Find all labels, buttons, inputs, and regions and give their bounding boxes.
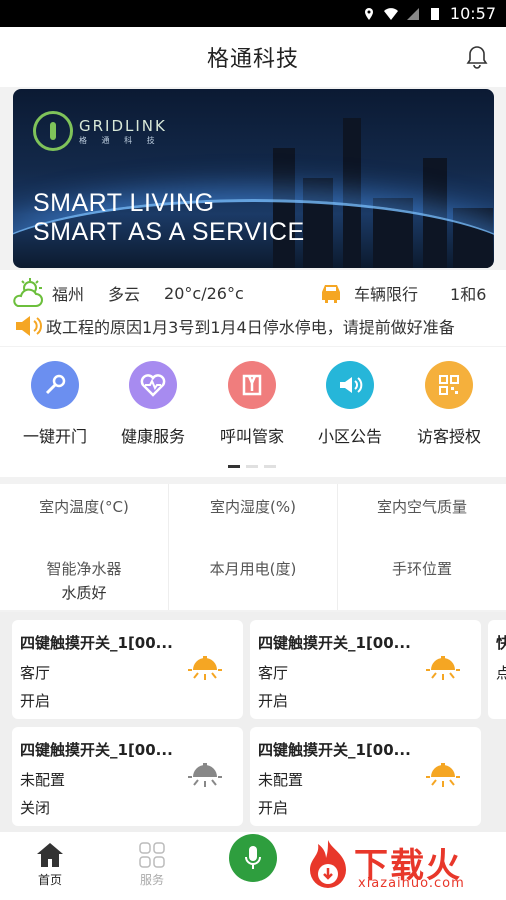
lamp-on-icon[interactable] — [425, 757, 461, 793]
location-icon — [364, 7, 373, 20]
tab-services[interactable]: 服务 — [122, 842, 182, 888]
brand-subtitle: 格 通 科 技 — [79, 135, 161, 145]
shortcut-panel: 一键开门 健康服务 呼叫管家 小区公告 访客授权 — [0, 347, 506, 477]
notice-marquee[interactable]: 政工程的原因1月3号到1月4日停水停电，请提前做好准备 — [14, 312, 455, 340]
butler-icon — [228, 361, 276, 409]
traffic-label: 车辆限行 — [354, 285, 419, 304]
lamp-on-icon[interactable] — [187, 650, 223, 686]
voice-button[interactable] — [229, 834, 277, 882]
shortcut-open-door[interactable]: 一键开门 — [9, 361, 101, 447]
shortcut-label: 小区公告 — [317, 427, 382, 446]
device-state: 开启 — [258, 799, 289, 817]
water-purifier-tile[interactable]: 智能净水器 水质好 — [0, 558, 168, 603]
home-status-grid: 室内温度(°C) 室内湿度(%) 室内空气质量 智能净水器 水质好 本月用电(度… — [0, 484, 506, 610]
slogan-line-2: SMART AS A SERVICE — [33, 218, 305, 246]
device-name: 四键触摸开关_1[00... — [258, 634, 411, 652]
device-name: 快 — [496, 634, 506, 652]
weather-temperature: 20°c/26°c — [164, 283, 244, 303]
shortcut-visitor[interactable]: 访客授权 — [403, 361, 495, 447]
home-icon — [37, 843, 63, 867]
bell-icon[interactable] — [466, 45, 488, 69]
page-indicator — [228, 465, 276, 468]
device-state: 关闭 — [20, 799, 51, 817]
tab-home-label: 首页 — [37, 873, 62, 887]
speaker-icon — [16, 316, 42, 336]
page-dot — [264, 465, 276, 468]
device-room: 点 — [496, 664, 506, 682]
page-title: 格通科技 — [206, 47, 299, 72]
air-quality-tile[interactable]: 室内空气质量 — [338, 496, 506, 517]
shortcut-butler[interactable]: 呼叫管家 — [206, 361, 298, 447]
microphone-icon — [245, 846, 261, 869]
power-usage-tile[interactable]: 本月用电(度) — [169, 558, 337, 579]
water-purifier-label: 智能净水器 — [46, 560, 122, 578]
services-grid-icon — [139, 842, 165, 868]
device-room: 客厅 — [20, 664, 51, 682]
indoor-humidity-tile[interactable]: 室内湿度(%) — [169, 496, 337, 517]
shortcut-label: 访客授权 — [416, 427, 481, 446]
traffic-restriction[interactable]: 车辆限行 1和6 — [318, 278, 486, 308]
page-dot-active — [228, 465, 240, 468]
water-quality-value: 水质好 — [61, 584, 107, 602]
app-header: 格通科技 — [0, 27, 506, 87]
signal-icon — [406, 7, 419, 20]
banner-slogan: SMART LIVING SMART AS A SERVICE — [33, 189, 305, 247]
device-card-partial[interactable]: 快 点 — [488, 620, 506, 719]
device-name: 四键触摸开关_1[00... — [20, 741, 173, 759]
indoor-temperature-tile[interactable]: 室内温度(°C) — [0, 496, 168, 517]
gridlink-logo-icon — [33, 111, 73, 151]
device-name: 四键触摸开关_1[00... — [20, 634, 173, 652]
device-state: 开启 — [20, 692, 51, 710]
battery-icon — [430, 7, 439, 20]
device-name: 四键触摸开关_1[00... — [258, 741, 411, 759]
slogan-line-1: SMART LIVING — [33, 189, 215, 217]
device-card[interactable]: 四键触摸开关_1[00... 客厅 开启 — [250, 620, 481, 719]
tab-home[interactable]: 首页 — [20, 842, 80, 888]
device-card[interactable]: 四键触摸开关_1[00... 未配置 关闭 — [12, 727, 243, 826]
brand-name: GRIDLINK — [79, 116, 167, 135]
device-list: 四键触摸开关_1[00... 客厅 开启 四键触摸开关_1[00... 客厅 开… — [0, 612, 506, 832]
device-state: 开启 — [258, 692, 289, 710]
gridlink-logo: GRIDLINK 格 通 科 技 — [33, 111, 167, 151]
device-room: 客厅 — [258, 664, 289, 682]
watermark: 下载火 xiazaihuo.com — [300, 836, 506, 896]
qrcode-icon — [425, 361, 473, 409]
wifi-icon — [383, 7, 398, 20]
shortcut-label: 一键开门 — [22, 427, 87, 446]
key-icon — [31, 361, 79, 409]
heart-icon — [129, 361, 177, 409]
megaphone-icon — [326, 361, 374, 409]
page-dot — [246, 465, 258, 468]
car-icon — [322, 285, 340, 303]
status-bar: 10:57 — [0, 0, 506, 27]
weather-city: 福州 — [52, 285, 85, 304]
band-location-tile[interactable]: 手环位置 — [338, 558, 506, 579]
lamp-on-icon[interactable] — [425, 650, 461, 686]
lamp-off-icon[interactable] — [187, 757, 223, 793]
promo-banner[interactable]: GRIDLINK 格 通 科 技 SMART LIVING SMART AS A… — [13, 89, 494, 268]
watermark-url: xiazaihuo.com — [358, 876, 465, 891]
weather-widget[interactable]: 福州 多云 20°c/26°c — [12, 278, 268, 308]
partly-cloudy-icon — [13, 278, 43, 307]
shortcut-label: 呼叫管家 — [219, 427, 284, 446]
device-card[interactable]: 四键触摸开关_1[00... 未配置 开启 — [250, 727, 481, 826]
info-bar: 福州 多云 20°c/26°c 车辆限行 1和6 政工程的原因1月3号到1月4日… — [0, 270, 506, 346]
device-room: 未配置 — [20, 771, 66, 789]
tab-services-label: 服务 — [139, 873, 164, 887]
shortcut-health[interactable]: 健康服务 — [107, 361, 199, 447]
flame-logo-icon — [310, 840, 346, 888]
traffic-value: 1和6 — [450, 285, 487, 304]
status-time: 10:57 — [449, 4, 496, 23]
shortcut-announcement[interactable]: 小区公告 — [304, 361, 396, 447]
notice-text: 政工程的原因1月3号到1月4日停水停电，请提前做好准备 — [46, 318, 455, 337]
shortcut-label: 健康服务 — [120, 427, 185, 446]
weather-condition: 多云 — [108, 285, 141, 304]
device-card[interactable]: 四键触摸开关_1[00... 客厅 开启 — [12, 620, 243, 719]
device-room: 未配置 — [258, 771, 304, 789]
